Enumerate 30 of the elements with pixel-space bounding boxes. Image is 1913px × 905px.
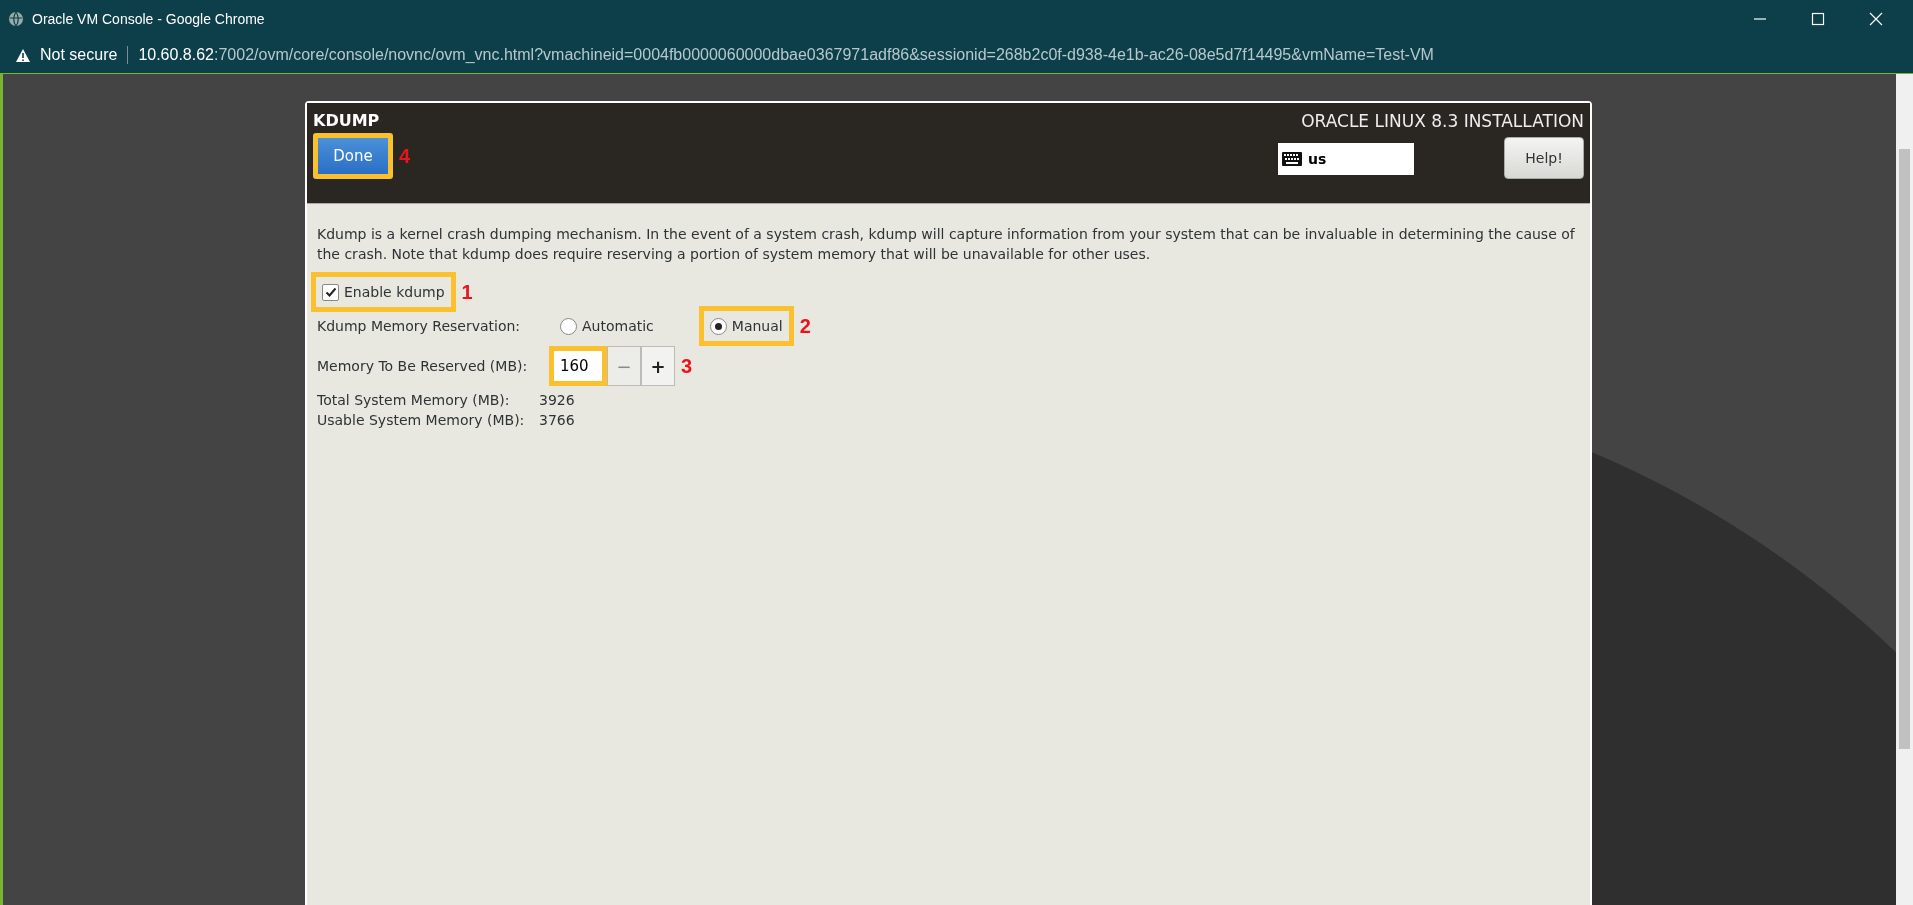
callout-number: 4 [399, 144, 411, 168]
scrollbar[interactable] [1896, 74, 1913, 905]
callout-number: 3 [681, 354, 693, 378]
security-label: Not secure [40, 46, 118, 64]
keyboard-icon [1282, 152, 1302, 166]
url-text[interactable]: 10.60.8.62:7002/ovm/core/console/novnc/ovm_vnc.html?vmachineid=0004fb0000060000dbae0367971adf86&sessionid=268b2c0f-d938-4e1b-ac26-08e5d7f14495&vmName=Test-VM [138, 46, 1434, 64]
maximize-icon[interactable] [1811, 11, 1825, 26]
enable-kdump-checkbox[interactable]: Enable kdump [311, 272, 456, 312]
reservation-radio[interactable]: Automatic [549, 306, 665, 346]
stat-label: Usable System Memory (MB): [317, 411, 526, 430]
description-text: Kdump is a kernel crash dumping mechanism. In the event of a system crash, kdump will capture information from your system that can be invaluable in determining the cause of the crash. Note that kdump does require reserving a portion of system memory that will be unavailable for other uses. [317, 225, 1576, 264]
window-title: Oracle VM Console - Google Chrome [32, 10, 265, 27]
close-icon[interactable] [1869, 11, 1883, 26]
memory-reserved-label: Memory To Be Reserved (MB): [317, 358, 529, 374]
keyboard-layout-field[interactable]: us [1278, 143, 1414, 175]
stat-value: 3766 [539, 411, 576, 430]
product-title: ORACLE LINUX 8.3 INSTALLATION [1301, 111, 1584, 131]
reservation-label: Kdump Memory Reservation: [317, 318, 522, 334]
stat-label: Total System Memory (MB): [317, 391, 511, 410]
stat-value: 3926 [539, 391, 576, 410]
screen-title: KDUMP [313, 111, 381, 130]
done-button[interactable]: Done [313, 133, 393, 179]
callout-number: 1 [461, 280, 473, 304]
globe-icon [8, 10, 24, 27]
callout-number: 2 [799, 314, 811, 338]
warning-icon [16, 48, 30, 62]
increment-button[interactable]: + [641, 346, 675, 386]
memory-input-field[interactable]: 160 [549, 346, 607, 386]
help-button[interactable]: Help! [1504, 137, 1584, 179]
reservation-radio[interactable]: Manual [698, 306, 794, 346]
